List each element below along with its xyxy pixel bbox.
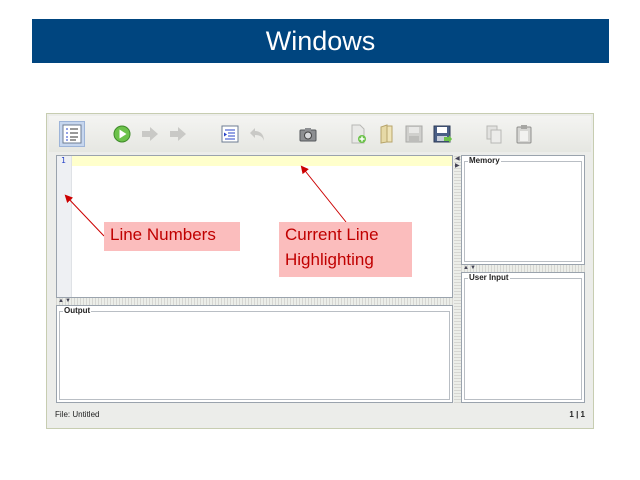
collapse-up-icon[interactable]: ▲ xyxy=(463,265,469,271)
save-as-button[interactable] xyxy=(429,121,455,147)
editor-output-splitter[interactable]: ▲ ▼ xyxy=(56,298,453,305)
line-numbers-callout-text: Line Numbers xyxy=(110,225,216,244)
save-as-icon xyxy=(433,125,452,143)
line-numbers-callout: Line Numbers xyxy=(104,222,240,251)
step-button[interactable] xyxy=(137,121,163,147)
play-icon xyxy=(113,125,131,143)
camera-icon xyxy=(299,128,317,142)
main-side-splitter[interactable]: ◀ ▶ xyxy=(454,155,461,403)
indent-icon xyxy=(221,125,239,143)
toolbar xyxy=(49,116,591,152)
current-line-highlight xyxy=(72,156,452,166)
slide-title: Windows xyxy=(32,19,609,63)
arrow-right-icon xyxy=(170,127,186,141)
paste-button[interactable] xyxy=(511,121,537,147)
user-input-fieldset: User Input xyxy=(464,273,582,400)
undo-icon xyxy=(250,128,264,141)
new-file-button[interactable] xyxy=(345,121,371,147)
run-button[interactable] xyxy=(109,121,135,147)
arrow-right-icon xyxy=(142,127,158,141)
current-line-callout-text-1: Current Line xyxy=(285,225,379,244)
user-input-label: User Input xyxy=(468,273,510,282)
output-label: Output xyxy=(63,306,92,315)
output-fieldset: Output xyxy=(59,306,450,400)
memory-panel: Memory xyxy=(461,155,585,265)
memory-input-splitter[interactable]: ▲ ▼ xyxy=(461,265,585,272)
paste-icon xyxy=(516,125,532,144)
open-file-button[interactable] xyxy=(373,121,399,147)
user-input-panel: User Input xyxy=(461,272,585,403)
screenshot-button[interactable] xyxy=(295,121,321,147)
save-icon xyxy=(405,125,423,143)
collapse-left-icon[interactable]: ◀ xyxy=(455,156,460,162)
status-bar: File: Untitled 1 | 1 xyxy=(49,405,591,425)
cursor-position: 1 | 1 xyxy=(569,410,585,419)
copy-button[interactable] xyxy=(481,121,507,147)
format-button[interactable] xyxy=(217,121,243,147)
current-line-callout-text-2: Highlighting xyxy=(285,250,374,269)
new-file-icon xyxy=(351,124,366,144)
undo-button[interactable] xyxy=(245,121,271,147)
step-over-button[interactable] xyxy=(165,121,191,147)
line-number: 1 xyxy=(61,156,66,165)
save-button[interactable] xyxy=(401,121,427,147)
line-numbers-toggle-button[interactable] xyxy=(59,121,85,147)
collapse-up-icon[interactable]: ▲ xyxy=(58,298,64,304)
file-status: File: Untitled xyxy=(55,410,100,419)
memory-fieldset: Memory xyxy=(464,156,582,262)
collapse-down-icon[interactable]: ▼ xyxy=(65,298,71,304)
collapse-down-icon[interactable]: ▼ xyxy=(470,265,476,271)
line-number-gutter: 1 xyxy=(57,156,72,297)
output-panel: Output xyxy=(56,305,453,403)
memory-label: Memory xyxy=(468,156,501,165)
collapse-right-icon[interactable]: ▶ xyxy=(455,163,460,169)
open-file-icon xyxy=(380,124,393,144)
list-numbered-icon xyxy=(62,124,82,144)
copy-icon xyxy=(486,125,502,144)
current-line-callout: Current Line Highlighting xyxy=(279,222,412,277)
